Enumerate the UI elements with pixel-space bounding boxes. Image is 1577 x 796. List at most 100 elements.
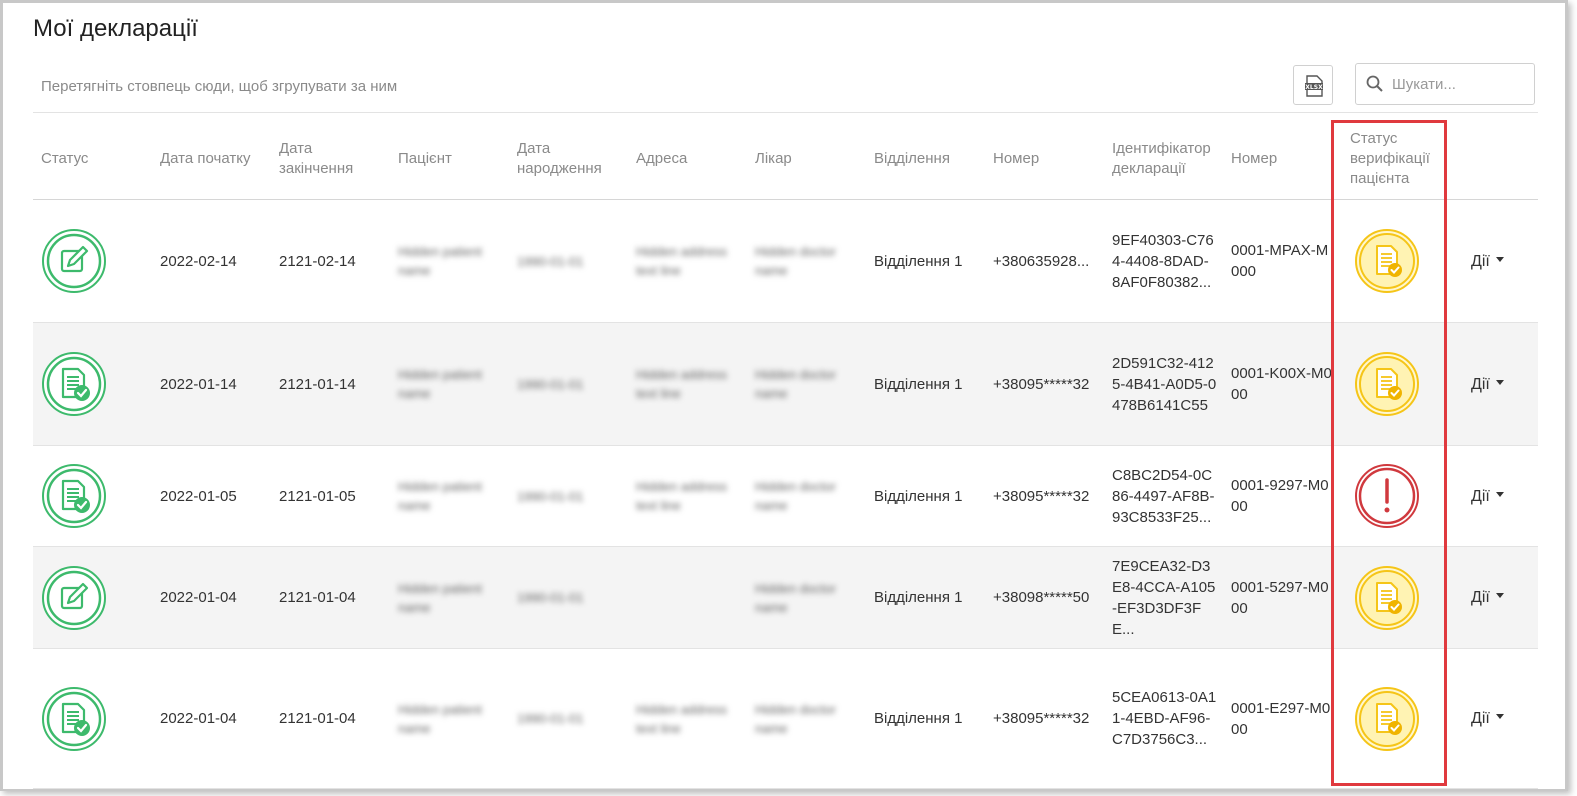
cell-number: 0001-9297-M000: [1223, 446, 1342, 546]
actions-label: Дії: [1471, 710, 1490, 727]
cell-number: 0001-5297-M000: [1223, 547, 1342, 648]
cell-birth: 1990-01-01: [509, 446, 628, 546]
cell-text: +38095*****32: [993, 487, 1090, 505]
cell-text: Hidden address text line: [636, 244, 728, 278]
cell-verification: [1342, 446, 1452, 546]
actions-dropdown[interactable]: Дії: [1471, 708, 1504, 729]
cell-text: Hidden doctor name: [755, 580, 836, 615]
cell-birth: 1990-01-01: [509, 200, 628, 322]
export-xlsx-button[interactable]: XLSX: [1293, 65, 1333, 105]
cell-text: 0001-9297-M000: [1231, 477, 1329, 515]
cell-text: Відділення 1: [874, 710, 963, 727]
actions-label: Дії: [1471, 252, 1490, 270]
cell-text: 0001-E297-M000: [1231, 699, 1331, 738]
cell-text: Hidden address text line: [636, 701, 728, 736]
cell-text: Hidden patient name: [398, 580, 482, 615]
actions-dropdown[interactable]: Дії: [1471, 374, 1504, 395]
caret-down-icon: [1495, 491, 1504, 497]
cell-text: 1990-01-01: [517, 590, 584, 605]
cell-patient: Hidden patient name: [390, 649, 509, 788]
table-row[interactable]: 2022-02-14 2121-02-14 Hidden patient name 1…: [33, 200, 1538, 323]
cell-text: 2121-01-14: [279, 375, 356, 393]
group-by-panel[interactable]: Перетягніть стовпець сюди, щоб згрупуват…: [33, 63, 1538, 113]
table-row[interactable]: 2022-01-04 2121-01-04 Hidden patient name 1…: [33, 547, 1538, 649]
cell-text: 1990-01-01: [517, 711, 584, 726]
cell-start: 2022-01-14: [152, 323, 271, 445]
cell-actions: Дії: [1463, 547, 1538, 648]
cell-text: 2022-01-04: [160, 589, 237, 606]
cell-verification: [1342, 323, 1452, 445]
app-frame: Мої декларації Перетягніть стовпець сюди…: [0, 0, 1568, 791]
cell-text: 2022-01-14: [160, 375, 237, 393]
cell-number: 0001-K00X-M000: [1223, 323, 1342, 445]
cell-text: 5CEA0613-0A11-4EBD-AF96-C7D3756C3...: [1112, 689, 1217, 748]
cell-actions: Дії: [1463, 323, 1538, 445]
grid-header: Статус Дата початку Дата закінчення Паці…: [33, 118, 1538, 200]
caret-down-icon: [1495, 714, 1504, 720]
col-header-verification[interactable]: Статус верифікації пацієнта: [1342, 118, 1452, 200]
cell-verification: [1342, 547, 1452, 648]
cell-status: [33, 323, 152, 445]
search-field[interactable]: [1355, 63, 1535, 105]
cell-start: 2022-01-05: [152, 446, 271, 546]
table-row[interactable]: 2022-01-14 2121-01-14 Hidden patient name 1…: [33, 323, 1538, 446]
col-header-phone[interactable]: Номер: [985, 118, 1104, 200]
cell-doctor: Hidden doctor name: [747, 200, 866, 322]
cell-patient: Hidden patient name: [390, 547, 509, 648]
cell-birth: 1990-01-01: [509, 649, 628, 788]
edit-document-icon: [42, 565, 106, 630]
document-check-pending-icon: [1355, 686, 1419, 751]
cell-actions: Дії: [1463, 649, 1538, 788]
xlsx-export-icon: XLSX: [1305, 75, 1323, 97]
cell-doctor: Hidden doctor name: [747, 446, 866, 546]
col-header-department[interactable]: Відділення: [866, 118, 985, 200]
table-row[interactable]: 2022-01-05 2121-01-05 Hidden patient name 1…: [33, 446, 1538, 547]
cell-end: 2121-01-04: [271, 649, 390, 788]
col-header-patient[interactable]: Пацієнт: [390, 118, 509, 200]
col-header-declaration-id[interactable]: Ідентифікатор декларації: [1104, 118, 1223, 200]
cell-end: 2121-02-14: [271, 200, 390, 322]
document-check-icon: [42, 686, 106, 751]
search-input[interactable]: [1392, 72, 1530, 96]
actions-dropdown[interactable]: Дії: [1471, 587, 1504, 608]
cell-status: [33, 649, 152, 788]
cell-status: [33, 200, 152, 322]
cell-text: Відділення 1: [874, 487, 963, 505]
cell-declaration-id: 5CEA0613-0A11-4EBD-AF96-C7D3756C3...: [1104, 649, 1223, 788]
cell-declaration-id: 7E9CEA32-D3E8-4CCA-A105-EF3D3DF3FE...: [1104, 547, 1223, 648]
cell-birth: 1990-01-01: [509, 547, 628, 648]
cell-text: Hidden doctor name: [755, 479, 836, 513]
document-check-icon: [42, 352, 106, 416]
cell-text: 9EF40303-C764-4408-8DAD-8AF0F80382...: [1112, 231, 1214, 291]
actions-dropdown[interactable]: Дії: [1471, 486, 1504, 507]
col-header-birth-date[interactable]: Дата народження: [509, 118, 628, 200]
cell-address: Hidden address text line: [628, 200, 747, 322]
cell-text: 2022-01-04: [160, 710, 237, 727]
cell-department: Відділення 1: [866, 649, 985, 788]
cell-text: 2121-01-05: [279, 487, 356, 505]
cell-actions: Дії: [1463, 200, 1538, 322]
col-header-status[interactable]: Статус: [33, 118, 152, 200]
cell-department: Відділення 1: [866, 446, 985, 546]
cell-text: 2D591C32-4125-4B41-A0D5-0478B6141C55: [1112, 354, 1217, 414]
cell-text: 2022-02-14: [160, 252, 237, 270]
cell-status: [33, 446, 152, 546]
cell-text: 2121-02-14: [279, 252, 356, 270]
cell-start: 2022-01-04: [152, 649, 271, 788]
table-row[interactable]: 2022-01-04 2121-01-04 Hidden patient name 1…: [33, 649, 1538, 789]
cell-text: 1990-01-01: [517, 253, 584, 269]
actions-dropdown[interactable]: Дії: [1471, 251, 1504, 272]
cell-address: Hidden address text line: [628, 446, 747, 546]
cell-end: 2121-01-14: [271, 323, 390, 445]
col-header-doctor[interactable]: Лікар: [747, 118, 866, 200]
cell-text: Hidden patient name: [398, 367, 482, 401]
document-check-pending-icon: [1355, 565, 1419, 630]
cell-text: +38098*****50: [993, 589, 1090, 606]
col-header-address[interactable]: Адреса: [628, 118, 747, 200]
cell-text: 1990-01-01: [517, 488, 584, 504]
cell-text: 7E9CEA32-D3E8-4CCA-A105-EF3D3DF3FE...: [1112, 557, 1216, 638]
col-header-end-date[interactable]: Дата закінчення: [271, 118, 390, 200]
col-header-number[interactable]: Номер: [1223, 118, 1342, 200]
col-header-start-date[interactable]: Дата початку: [152, 118, 271, 200]
actions-label: Дії: [1471, 375, 1490, 393]
